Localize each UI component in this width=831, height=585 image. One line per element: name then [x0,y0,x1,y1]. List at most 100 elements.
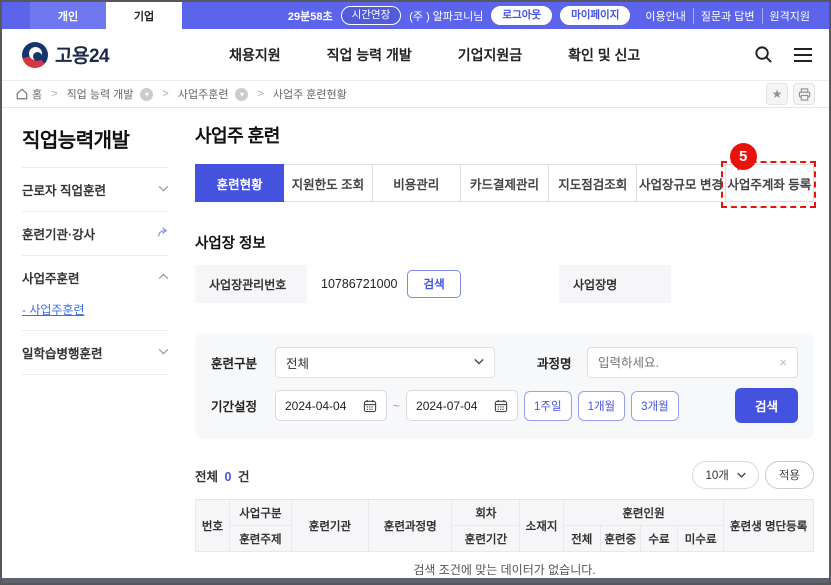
period-1month-button[interactable]: 1개월 [578,391,626,421]
col-org: 훈련기관 [291,500,368,552]
sidebar-item-training-org[interactable]: 훈련기관·강사 [22,211,169,255]
col-trainees-group: 훈련인원 [563,500,724,526]
col-no: 번호 [196,500,230,552]
nav-confirm-report[interactable]: 확인 및 신고 [568,45,640,65]
col-completed: 수료 [640,526,677,552]
total-suffix: 건 [238,470,250,484]
printer-icon [798,88,811,101]
date-from-picker[interactable]: 2024-04-04 [275,390,387,421]
apply-button[interactable]: 적용 [765,461,814,489]
global-nav: 채용지원 직업 능력 개발 기업지원금 확인 및 신고 [229,45,640,65]
col-location: 소재지 [520,500,563,552]
nav-recruit-support[interactable]: 채용지원 [229,45,281,65]
breadcrumb-separator: > [51,88,57,100]
search-icon[interactable] [754,45,773,64]
top-utility-bar: 개인 기업 29분58초 시간연장 (주 ) 알파코니님 로그아웃 마이페이지 … [2,2,829,29]
tab-training-status[interactable]: 훈련현황 [195,164,284,202]
link-qna[interactable]: 질문과 답변 [693,8,762,24]
extend-time-button[interactable]: 시간연장 [341,6,402,26]
logo[interactable]: 고용24 [22,41,109,68]
workplace-name-label: 사업장명 [559,265,671,303]
sub-tabs: 훈련현황 지원한도 조회 비용관리 카드결제관리 지도점검조회 사업장규모 변경… [195,164,814,202]
user-name: (주 ) 알파코니님 [409,8,483,24]
calendar-icon [363,399,377,413]
tab-employer-account[interactable]: 사업주계좌 등록 5 [725,164,814,202]
tab-guidance-check[interactable]: 지도점검조회 [548,164,637,202]
tab-card-payment[interactable]: 카드결제관리 [460,164,549,202]
mypage-button[interactable]: 마이페이지 [560,6,630,26]
tab-support-limit[interactable]: 지원한도 조회 [283,164,372,202]
total-count: 0 [225,470,232,484]
shortcut-icon [156,226,169,242]
breadcrumb: 홈 > 직업 능력 개발 ▾ > 사업주훈련 ▾ > 사업주 훈련현황 ★ [2,80,829,108]
tab-cost-mgmt[interactable]: 비용관리 [372,164,461,202]
footer-edge [2,578,829,583]
sidebar-link-employer-training[interactable]: - 사업주훈련 [22,303,85,317]
breadcrumb-item-employer-training[interactable]: 사업주훈련 ▾ [178,86,249,102]
chevron-down-icon [474,357,484,368]
clear-input-icon[interactable]: × [779,355,787,370]
period-label: 기간설정 [211,396,275,415]
logout-button[interactable]: 로그아웃 [491,6,552,26]
chevron-down-icon[interactable]: ▾ [235,88,248,101]
main-header: 고용24 채용지원 직업 능력 개발 기업지원금 확인 및 신고 [2,29,829,80]
period-1week-button[interactable]: 1주일 [524,391,572,421]
mgmt-no-search-button[interactable]: 검색 [407,270,460,298]
tab-company[interactable]: 기업 [106,2,182,29]
sidebar-item-employer-training[interactable]: 사업주훈련 [22,255,169,299]
search-submit-button[interactable]: 검색 [735,388,798,423]
workplace-info-grid: 사업장관리번호 10786721000 검색 사업장명 [195,265,814,303]
nav-company-subsidy[interactable]: 기업지원금 [458,45,522,65]
page-title: 사업주 훈련 [195,122,814,148]
logo-text: 고용24 [55,41,109,68]
workplace-name-value [671,265,814,303]
sidebar-title: 직업능력개발 [22,124,169,167]
col-course: 훈련과정명 [369,500,452,552]
training-type-label: 훈련구분 [211,353,275,372]
sidebar: 직업능력개발 근로자 직업훈련 훈련기관·강사 사업주훈련 [2,108,187,554]
training-type-select[interactable]: 전체 [275,347,495,378]
menu-hamburger-icon[interactable] [793,47,813,63]
course-name-label: 과정명 [537,353,587,372]
course-name-input[interactable] [598,356,779,370]
col-roster: 훈련생 명단등록 [724,500,814,552]
col-total: 전체 [563,526,600,552]
nav-vocational-dev[interactable]: 직업 능력 개발 [327,45,412,65]
results-meta: 전체 0 건 10개 적용 [195,461,814,489]
star-icon: ★ [772,87,783,101]
col-round: 회차 [452,500,520,526]
link-usage-guide[interactable]: 이용안내 [638,8,692,24]
chevron-down-icon[interactable]: ▾ [140,88,153,101]
chevron-down-icon [158,184,169,195]
app-window: 개인 기업 29분58초 시간연장 (주 ) 알파코니님 로그아웃 마이페이지 … [0,0,831,585]
home-icon [16,88,28,100]
workplace-info-heading: 사업장 정보 [195,232,814,253]
utility-links: 이용안내 질문과 답변 원격지원 [638,8,817,24]
sidebar-item-work-learning[interactable]: 일학습병행훈련 [22,330,169,374]
total-prefix: 전체 [195,470,218,484]
mgmt-no-value: 10786721000 [321,277,397,291]
breadcrumb-home[interactable]: 홈 [16,86,42,102]
chevron-down-icon [737,469,746,481]
search-filter-panel: 훈련구분 전체 과정명 × 기간설정 [195,333,814,439]
link-remote-support[interactable]: 원격지원 [762,8,817,24]
col-biz-type: 사업구분 [229,500,291,526]
breadcrumb-item-current: 사업주 훈련현황 [273,86,347,102]
period-3month-button[interactable]: 3개월 [631,391,679,421]
date-to-picker[interactable]: 2024-07-04 [406,390,518,421]
chevron-down-icon [158,347,169,358]
breadcrumb-separator: > [162,88,168,100]
breadcrumb-separator: > [257,88,263,100]
page-size-select[interactable]: 10개 [692,461,758,489]
chevron-up-icon [158,272,169,283]
favorite-button[interactable]: ★ [766,83,788,105]
print-button[interactable] [793,83,815,105]
tab-personal[interactable]: 개인 [30,2,106,29]
gov-emblem-icon [22,42,48,68]
sidebar-item-worker-training[interactable]: 근로자 직업훈련 [22,167,169,211]
breadcrumb-item-vocational-dev[interactable]: 직업 능력 개발 ▾ [67,86,154,102]
tab-workplace-scale[interactable]: 사업장규모 변경 [636,164,725,202]
audience-tabs: 개인 기업 [30,2,182,29]
course-name-field: × [587,347,798,378]
session-timer: 29분58초 [288,8,333,24]
